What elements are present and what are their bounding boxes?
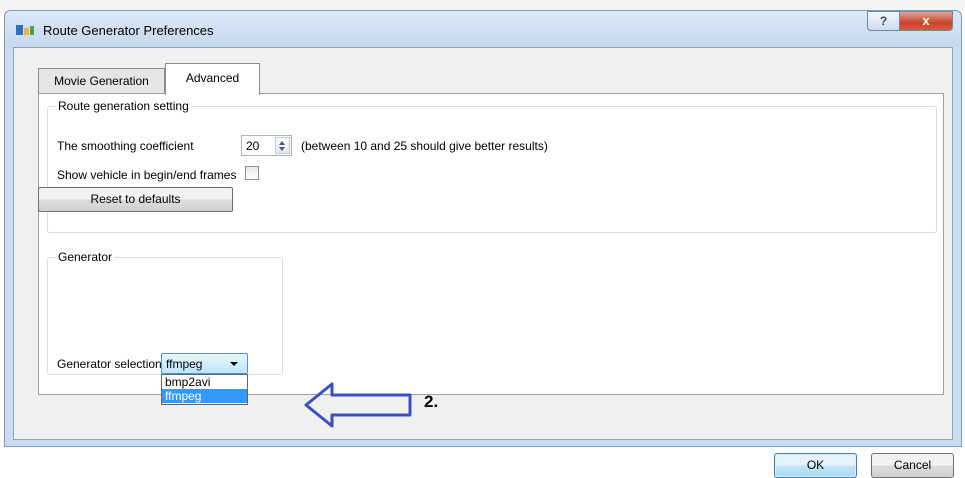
dialog-client-area: Movie Generation Advanced Route generati… — [13, 47, 954, 478]
preferences-dialog: Route Generator Preferences ? x Movie Ge… — [4, 10, 962, 478]
tab-advanced[interactable]: Advanced — [165, 63, 260, 95]
generator-selected-value: ffmpeg — [166, 357, 203, 371]
dropdown-option-bmp2avi[interactable]: bmp2avi — [162, 375, 247, 389]
smoothing-hint: (between 10 and 25 should give better re… — [301, 139, 548, 153]
spin-down-icon[interactable] — [279, 147, 285, 151]
show-vehicle-checkbox[interactable] — [245, 166, 259, 180]
chevron-down-icon[interactable] — [230, 362, 238, 366]
generator-dropdown-list: bmp2avi ffmpeg — [161, 374, 248, 405]
generator-selection-combobox[interactable]: ffmpeg — [161, 353, 248, 374]
left-arrow-annotation-icon — [304, 382, 412, 428]
generator-selection-label: Generator selection — [57, 357, 162, 371]
tab-movie-generation[interactable]: Movie Generation — [38, 68, 165, 94]
close-icon: x — [922, 13, 930, 28]
background-document-strip — [0, 0, 965, 10]
route-group-title: Route generation setting — [58, 99, 189, 113]
reset-to-defaults-button[interactable]: Reset to defaults — [38, 187, 233, 212]
dropdown-option-ffmpeg[interactable]: ffmpeg — [162, 389, 247, 403]
route-generation-group: Route generation setting — [47, 99, 937, 233]
generator-group-title: Generator — [58, 250, 113, 264]
spin-arrows[interactable] — [275, 137, 290, 154]
ok-button[interactable]: OK — [774, 453, 857, 478]
help-button[interactable]: ? — [867, 11, 900, 31]
window-title: Route Generator Preferences — [43, 23, 214, 38]
close-button[interactable]: x — [899, 11, 953, 31]
show-vehicle-label: Show vehicle in begin/end frames — [57, 168, 237, 182]
smoothing-coefficient-value[interactable]: 20 — [246, 139, 259, 153]
title-bar[interactable]: Route Generator Preferences ? x — [5, 11, 961, 47]
smoothing-coefficient-spinbox[interactable]: 20 — [241, 135, 292, 156]
smoothing-coefficient-label: The smoothing coefficient — [57, 139, 194, 153]
app-icon — [16, 25, 34, 35]
cancel-button[interactable]: Cancel — [871, 453, 954, 478]
annotation-label: 2. — [424, 392, 439, 411]
help-icon: ? — [879, 14, 888, 28]
spin-up-icon[interactable] — [279, 141, 285, 145]
